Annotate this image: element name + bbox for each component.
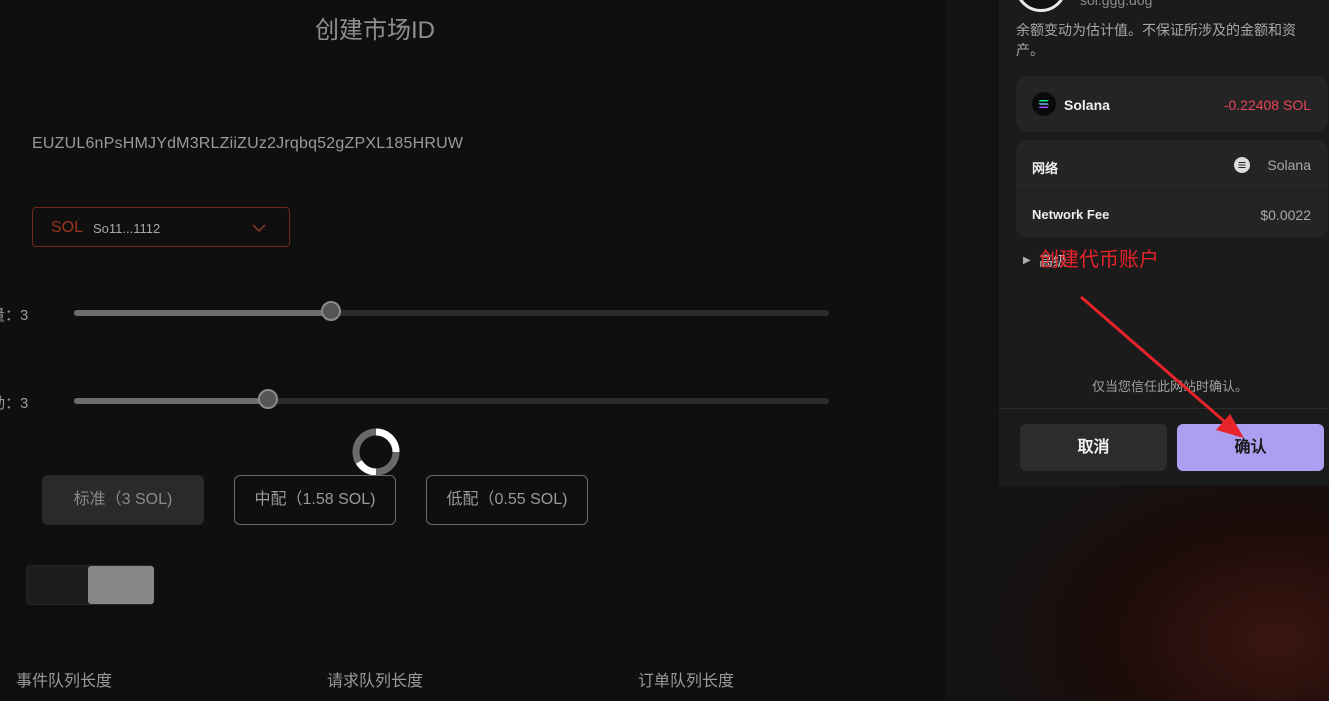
- arrow-annotation: [1080, 295, 1244, 438]
